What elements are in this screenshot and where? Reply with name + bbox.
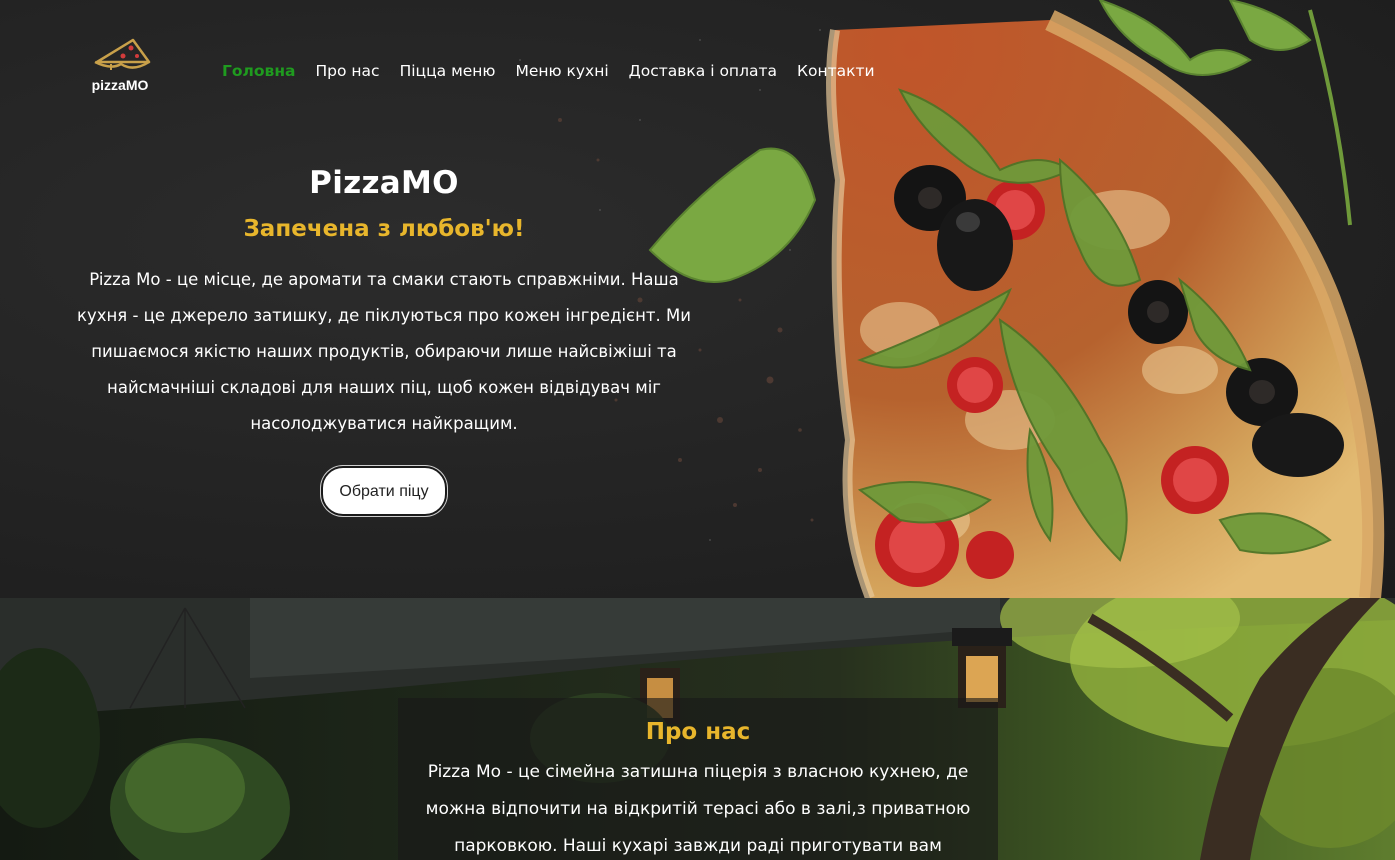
hero-content: PizzaMO Запечена з любов'ю! Pizza Mo - ц…: [70, 165, 698, 516]
logo-text: pizzaMO: [91, 77, 149, 93]
about-description: Pizza Mo - це сімейна затишна піцерія з …: [425, 762, 971, 856]
nav-item-pizza-menu[interactable]: Піцца меню: [400, 62, 496, 80]
brand-logo[interactable]: pizzaMO: [88, 36, 154, 96]
choose-pizza-button[interactable]: Обрати піцу: [321, 466, 447, 516]
hero-subtitle: Запечена з любов'ю!: [243, 216, 525, 242]
nav-item-about[interactable]: Про нас: [316, 62, 380, 80]
nav-item-contacts[interactable]: Контакти: [797, 62, 875, 80]
pizza-slice-logo-icon: [94, 38, 151, 70]
nav-item-delivery-payment[interactable]: Доставка і оплата: [629, 62, 777, 80]
about-title: Про нас: [645, 719, 751, 745]
hero-title: PizzaMO: [309, 165, 459, 201]
nav-item-kitchen-menu[interactable]: Меню кухні: [515, 62, 608, 80]
main-navigation: Головна Про нас Піцца меню Меню кухні До…: [222, 62, 875, 80]
hero-section: pizzaMO Головна Про нас Піцца меню Меню …: [0, 0, 1395, 598]
hero-description: Pizza Mo - це місце, де аромати та смаки…: [77, 270, 691, 433]
pizza-hero-image: [648, 0, 1385, 598]
nav-item-home[interactable]: Головна: [222, 62, 296, 80]
